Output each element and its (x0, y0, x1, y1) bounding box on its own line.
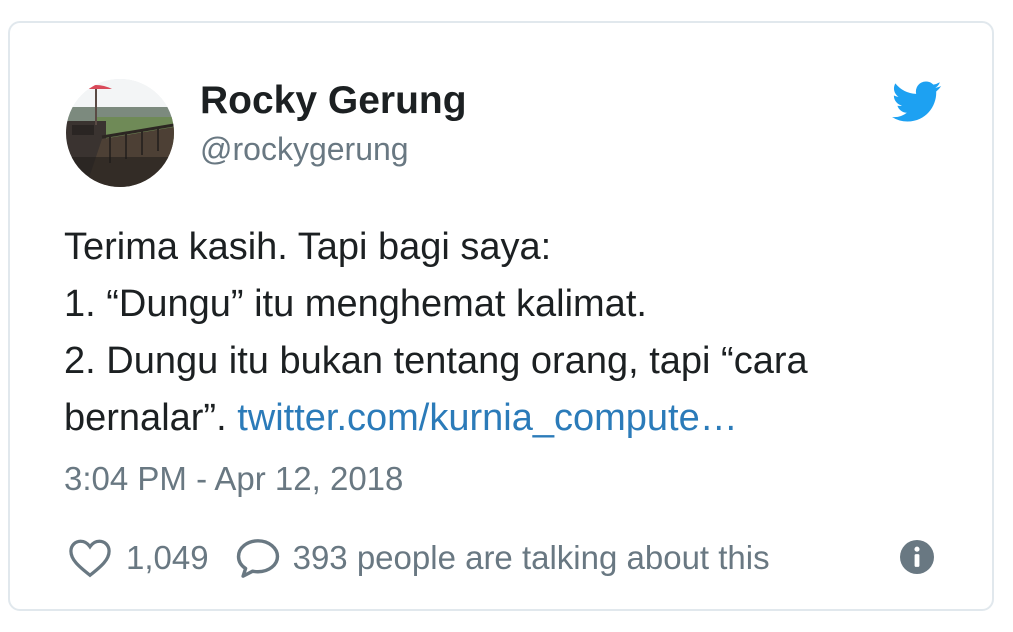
heart-icon (69, 539, 111, 578)
tweet-link[interactable]: twitter.com/kurnia_compute… (237, 397, 738, 439)
avatar[interactable] (66, 79, 174, 187)
tweet-line-with-link: bernalar”. twitter.com/kurnia_compute… (64, 390, 944, 447)
twitter-bird-icon[interactable] (892, 81, 942, 123)
tweet-timestamp[interactable]: 3:04 PM - Apr 12, 2018 (64, 459, 403, 499)
tweet-line-text: bernalar”. (64, 397, 227, 439)
author-name[interactable]: Rocky Gerung (200, 79, 467, 123)
speech-bubble-icon (236, 539, 279, 578)
author-handle[interactable]: @rockygerung (200, 129, 409, 169)
like-count: 1,049 (126, 539, 209, 576)
talking-count: 393 people are talking about this (292, 539, 770, 576)
tweet-actions: 1,049 393 people are talking about this (68, 533, 770, 583)
conversation-button[interactable]: 393 people are talking about this (209, 537, 770, 579)
tweet-line: Terima kasih. Tapi bagi saya: (64, 226, 552, 268)
avatar-photo (66, 79, 174, 187)
tweet-card: Rocky Gerung @rockygerung Terima kasih. … (8, 21, 994, 611)
tweet-line: 2. Dungu itu bukan tentang orang, tapi “… (64, 340, 808, 382)
tweet-text: Terima kasih. Tapi bagi saya: 1. “Dungu”… (64, 219, 944, 447)
like-button[interactable]: 1,049 (68, 538, 209, 578)
info-icon[interactable] (900, 540, 934, 574)
tweet-line: 1. “Dungu” itu menghemat kalimat. (64, 283, 647, 325)
